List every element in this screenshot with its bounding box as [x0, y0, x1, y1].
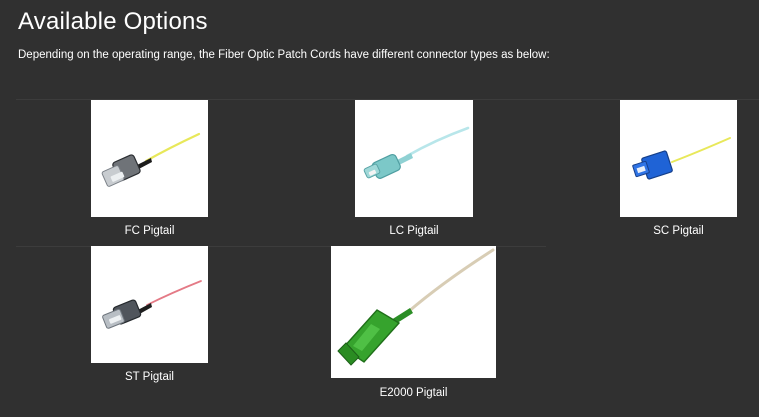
product-image-st[interactable] — [91, 246, 208, 363]
product-image-fc[interactable] — [91, 100, 208, 217]
lc-pigtail-image — [363, 126, 470, 179]
sc-pigtail-image — [632, 137, 731, 180]
product-caption-st: ST Pigtail — [124, 371, 174, 383]
product-image-e2000[interactable] — [331, 246, 496, 378]
product-caption-e2000: E2000 Pigtail — [379, 387, 448, 399]
page-title: Available Options — [18, 8, 208, 35]
product-image-sc[interactable] — [620, 100, 737, 217]
product-caption-sc: SC Pigtail — [653, 225, 704, 237]
product-caption-lc: LC Pigtail — [389, 225, 439, 237]
st-pigtail-image — [102, 280, 202, 329]
e2000-pigtail-image — [337, 248, 495, 366]
intro-text: Depending on the operating range, the Fi… — [18, 49, 550, 61]
product-image-lc[interactable] — [355, 100, 473, 217]
fc-pigtail-image — [101, 132, 201, 187]
product-caption-fc: FC Pigtail — [124, 225, 175, 237]
